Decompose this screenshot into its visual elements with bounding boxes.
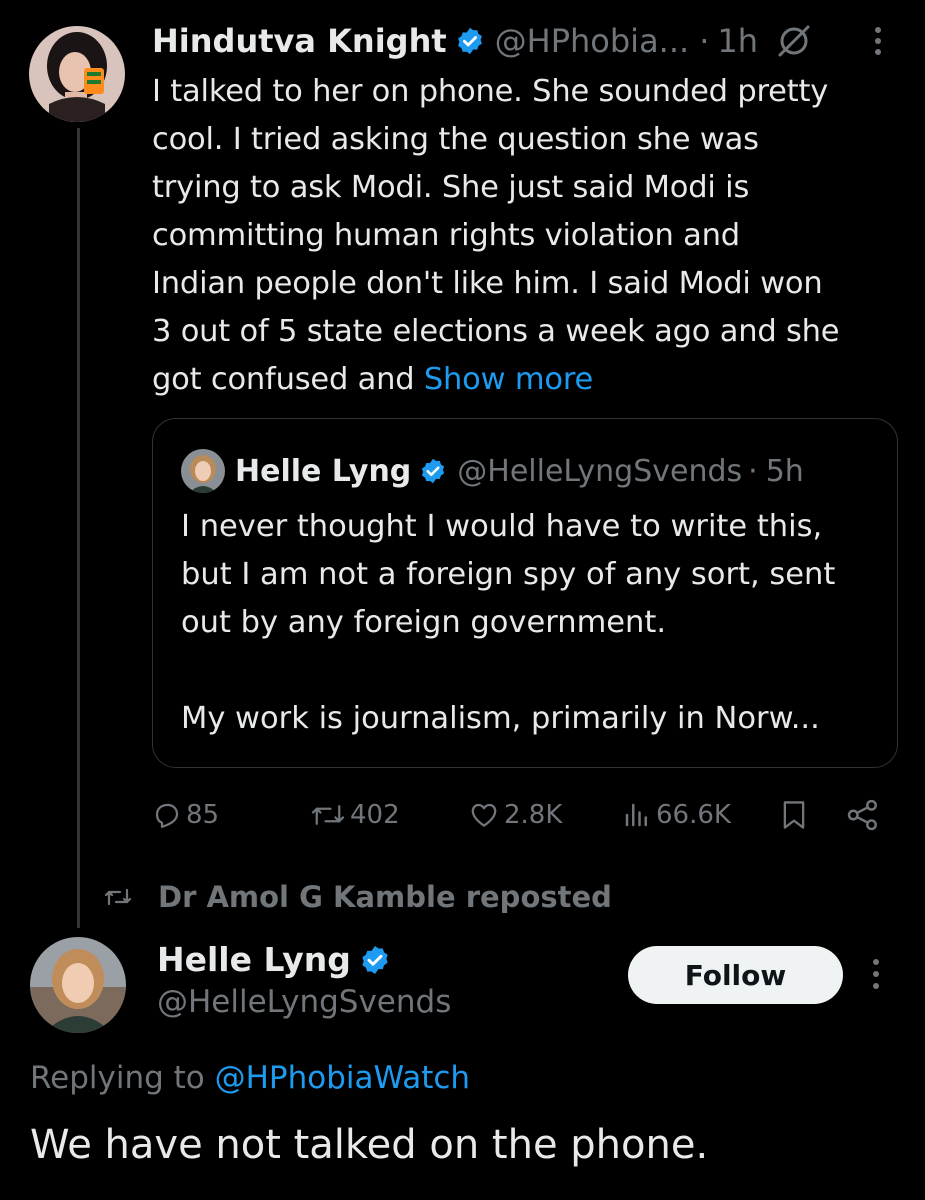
tweet-text-last-line: got confused and Show more xyxy=(152,356,912,404)
quoted-text-line: out by any foreign government. xyxy=(181,605,667,640)
author-handle[interactable]: @HPhobia... xyxy=(495,22,690,60)
tweet-text-line: I talked to her on phone. She sounded pr… xyxy=(152,74,829,109)
avatar-helle-lyng[interactable] xyxy=(30,937,126,1033)
repost-notice-text[interactable]: Dr Amol G Kamble reposted xyxy=(158,880,612,914)
author-name[interactable]: Helle Lyng xyxy=(157,940,351,979)
tweet-text-line: trying to ask Modi. She just said Modi i… xyxy=(152,170,750,205)
view-count: 66.6K xyxy=(656,800,731,830)
repost-icon xyxy=(104,888,132,906)
tweet-text-line: Indian people don't like him. I said Mod… xyxy=(152,266,823,301)
quoted-text-line: My work is journalism, primarily in Norw… xyxy=(181,701,820,736)
reply-count: 85 xyxy=(186,800,220,830)
tweet-text-line: got confused and xyxy=(152,362,424,397)
share-icon xyxy=(847,799,877,831)
follow-button[interactable]: Follow xyxy=(628,946,843,1004)
replying-mention-link[interactable]: @HPhobiaWatch xyxy=(215,1060,470,1096)
verified-badge-icon xyxy=(359,944,391,976)
views-icon xyxy=(625,803,647,827)
tweet-text-line: cool. I tried asking the question she wa… xyxy=(152,122,759,157)
thread-connector-line xyxy=(77,128,80,928)
tweet-header: Hindutva Knight @HPhobia... · 1h xyxy=(152,18,912,64)
quoted-text-line: I never thought I would have to write th… xyxy=(181,509,823,544)
separator-dot: · xyxy=(699,22,710,60)
reply-icon xyxy=(155,803,179,828)
author-name[interactable]: Hindutva Knight xyxy=(152,22,447,60)
tweet-timestamp[interactable]: 1h xyxy=(717,22,758,60)
more-options-icon[interactable] xyxy=(874,26,882,56)
share-button[interactable] xyxy=(846,792,884,838)
reply-button[interactable]: 85 xyxy=(152,792,219,838)
heart-icon xyxy=(471,803,497,827)
quoted-tweet-header: Helle Lyng @HelleLyngSvends · 5h xyxy=(181,449,804,493)
views-button[interactable]: 66.6K xyxy=(622,792,731,838)
bookmark-icon xyxy=(783,801,805,829)
more-options-icon[interactable] xyxy=(872,958,880,990)
repost-notice: Dr Amol G Kamble reposted xyxy=(104,880,612,914)
quoted-author-name[interactable]: Helle Lyng xyxy=(235,454,411,489)
tweet-text: I talked to her on phone. She sounded pr… xyxy=(152,68,912,404)
replying-prefix: Replying to xyxy=(30,1060,215,1096)
avatar-helle-lyng-small[interactable] xyxy=(181,449,225,493)
grok-icon[interactable] xyxy=(776,23,812,59)
separator-dot: · xyxy=(748,453,758,489)
timeline: Hindutva Knight @HPhobia... · 1h I talke… xyxy=(0,0,925,1200)
author-handle[interactable]: @HelleLyngSvends xyxy=(157,984,451,1020)
tweet-actions: 85 402 2.8K 66.6K xyxy=(152,792,892,838)
quoted-tweet-text: I never thought I would have to write th… xyxy=(181,503,835,743)
quoted-tweet-timestamp[interactable]: 5h xyxy=(766,454,804,489)
verified-badge-icon xyxy=(455,26,485,56)
like-button[interactable]: 2.8K xyxy=(468,792,562,838)
verified-badge-icon xyxy=(419,457,447,485)
repost-icon xyxy=(311,805,345,825)
tweet-text-line: committing human rights violation and xyxy=(152,218,740,253)
show-more-link[interactable]: Show more xyxy=(424,362,593,397)
quoted-author-handle[interactable]: @HelleLyngSvends xyxy=(457,454,742,489)
tweet2-author: Helle Lyng xyxy=(157,940,401,979)
repost-count: 402 xyxy=(350,800,400,830)
avatar-hindutva-knight[interactable] xyxy=(29,26,125,122)
bookmark-button[interactable] xyxy=(780,792,812,838)
like-count: 2.8K xyxy=(504,800,563,830)
replying-to: Replying to @HPhobiaWatch xyxy=(30,1060,470,1096)
tweet-text-line: 3 out of 5 state elections a week ago an… xyxy=(152,314,840,349)
quoted-tweet[interactable]: Helle Lyng @HelleLyngSvends · 5h I never… xyxy=(152,418,898,768)
tweet2-text: We have not talked on the phone. xyxy=(30,1122,709,1168)
repost-button[interactable]: 402 xyxy=(310,792,400,838)
quoted-text-line: but I am not a foreign spy of any sort, … xyxy=(181,557,836,592)
